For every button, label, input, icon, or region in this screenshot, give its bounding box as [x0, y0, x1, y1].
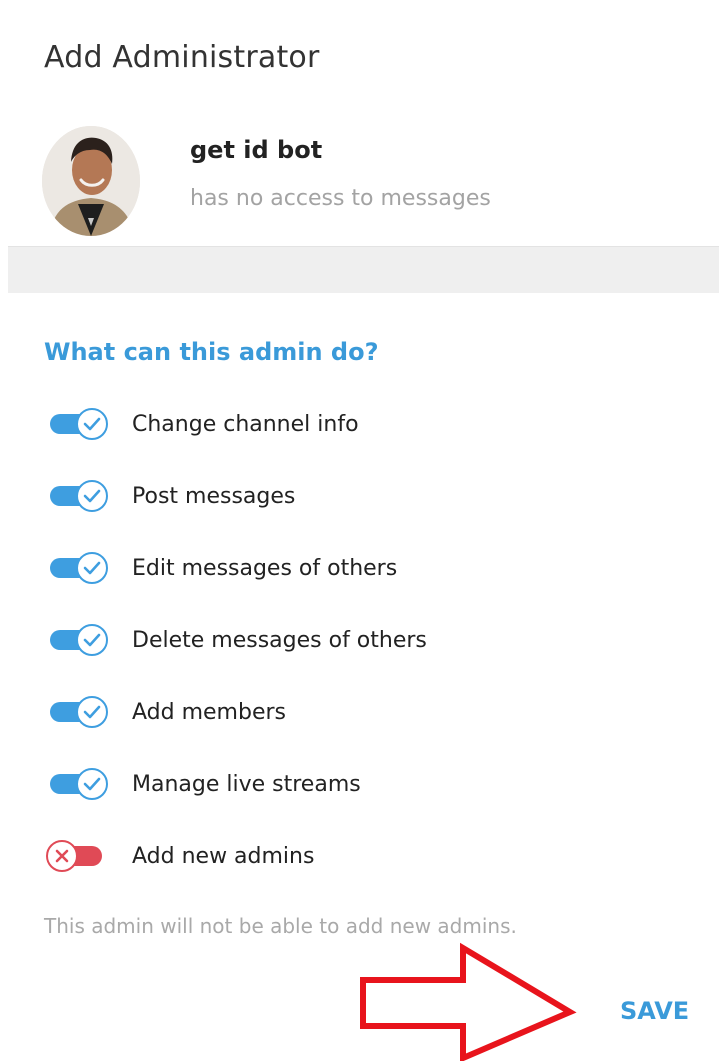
toggle-on-check-icon[interactable]	[46, 548, 110, 588]
toggle-off-x-icon[interactable]	[46, 836, 110, 876]
permission-label: Delete messages of others	[132, 627, 427, 653]
permissions-section-title: What can this admin do?	[44, 338, 379, 366]
permissions-hint: This admin will not be able to add new a…	[44, 914, 517, 938]
permission-label: Manage live streams	[132, 771, 361, 797]
permission-row[interactable]: Edit messages of others	[46, 548, 686, 588]
permission-label: Add new admins	[132, 843, 315, 869]
permission-label: Post messages	[132, 483, 296, 509]
permission-row[interactable]: Delete messages of others	[46, 620, 686, 660]
toggle-on-check-icon[interactable]	[46, 476, 110, 516]
save-button[interactable]: SAVE	[620, 997, 689, 1025]
permission-row[interactable]: Add members	[46, 692, 686, 732]
avatar	[42, 126, 140, 236]
permission-row[interactable]: Change channel info	[46, 404, 686, 444]
toggle-on-check-icon[interactable]	[46, 692, 110, 732]
toggle-on-check-icon[interactable]	[46, 764, 110, 804]
dialog-title: Add Administrator	[44, 40, 320, 75]
toggle-on-check-icon[interactable]	[46, 404, 110, 444]
bot-name: get id bot	[190, 136, 323, 164]
bot-status: has no access to messages	[190, 186, 491, 211]
permission-row[interactable]: Manage live streams	[46, 764, 686, 804]
permission-label: Add members	[132, 699, 286, 725]
toggle-on-check-icon[interactable]	[46, 620, 110, 660]
permission-row[interactable]: Post messages	[46, 476, 686, 516]
permission-row[interactable]: Add new admins	[46, 836, 686, 876]
permission-label: Edit messages of others	[132, 555, 398, 581]
permission-label: Change channel info	[132, 411, 359, 437]
section-divider	[8, 247, 719, 293]
